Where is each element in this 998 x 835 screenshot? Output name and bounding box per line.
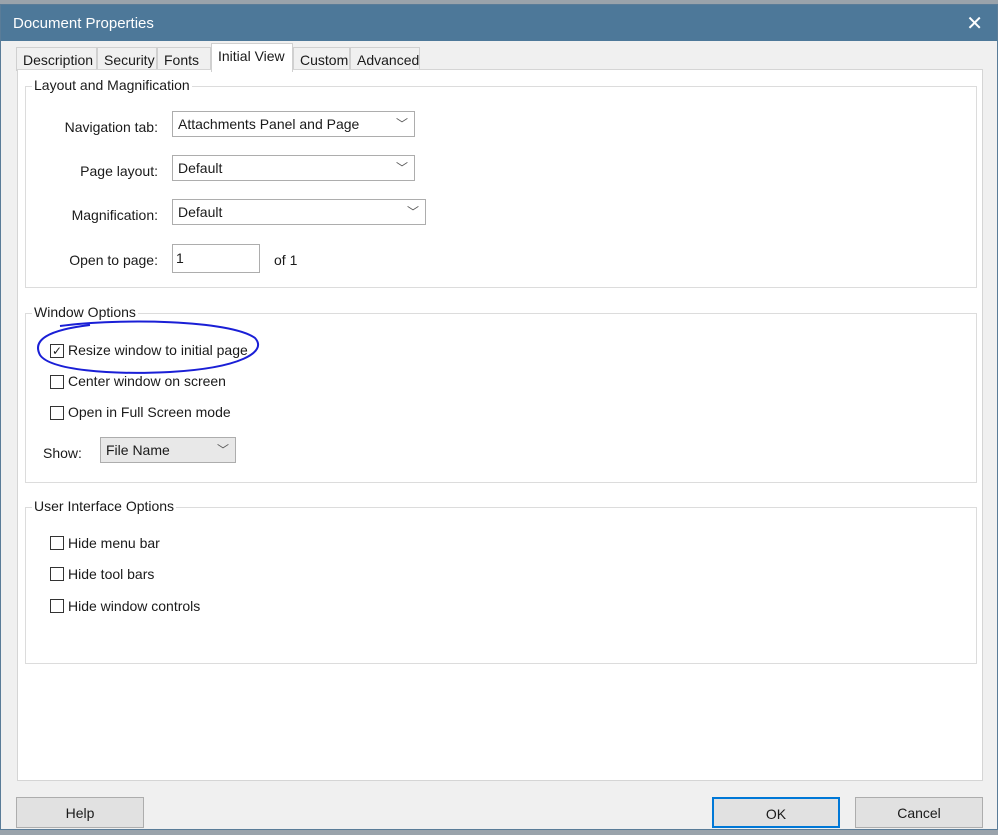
hand-drawn-ellipse-annotation — [37, 320, 260, 374]
tab-initial-view[interactable]: Initial View — [211, 43, 293, 72]
